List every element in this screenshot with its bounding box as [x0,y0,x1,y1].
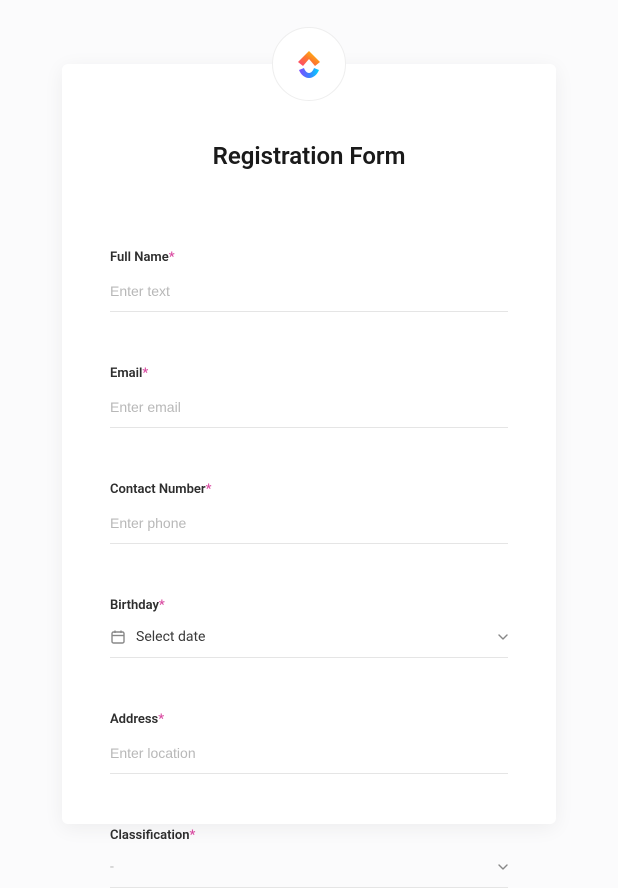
contact-number-label: Contact Number* [110,482,508,497]
field-address: Address* [110,712,508,774]
page-title: Registration Form [110,142,508,170]
chevron-down-icon [498,862,508,873]
birthday-picker[interactable]: Select date [110,625,508,658]
classification-placeholder: - [110,859,498,875]
email-input[interactable] [110,393,508,428]
classification-label: Classification* [110,828,508,843]
birthday-placeholder: Select date [136,629,498,645]
required-mark: * [169,250,175,265]
clickup-logo-icon [291,46,327,82]
full-name-input[interactable] [110,277,508,312]
field-contact-number: Contact Number* [110,482,508,544]
calendar-icon [110,629,126,645]
registration-card: Registration Form Full Name* Email* Cont… [62,64,556,824]
email-label: Email* [110,366,508,381]
contact-number-input[interactable] [110,509,508,544]
chevron-down-icon [498,632,508,643]
address-input[interactable] [110,739,508,774]
field-birthday: Birthday* Select date [110,598,508,658]
field-classification: Classification* - [110,828,508,888]
address-label: Address* [110,712,508,727]
full-name-label: Full Name* [110,250,508,265]
classification-select[interactable]: - [110,855,508,888]
required-mark: * [206,482,212,497]
field-email: Email* [110,366,508,428]
birthday-label: Birthday* [110,598,508,613]
required-mark: * [142,366,148,381]
required-mark: * [158,712,164,727]
field-full-name: Full Name* [110,250,508,312]
logo-badge [272,27,346,101]
required-mark: * [159,598,165,613]
required-mark: * [190,828,196,843]
